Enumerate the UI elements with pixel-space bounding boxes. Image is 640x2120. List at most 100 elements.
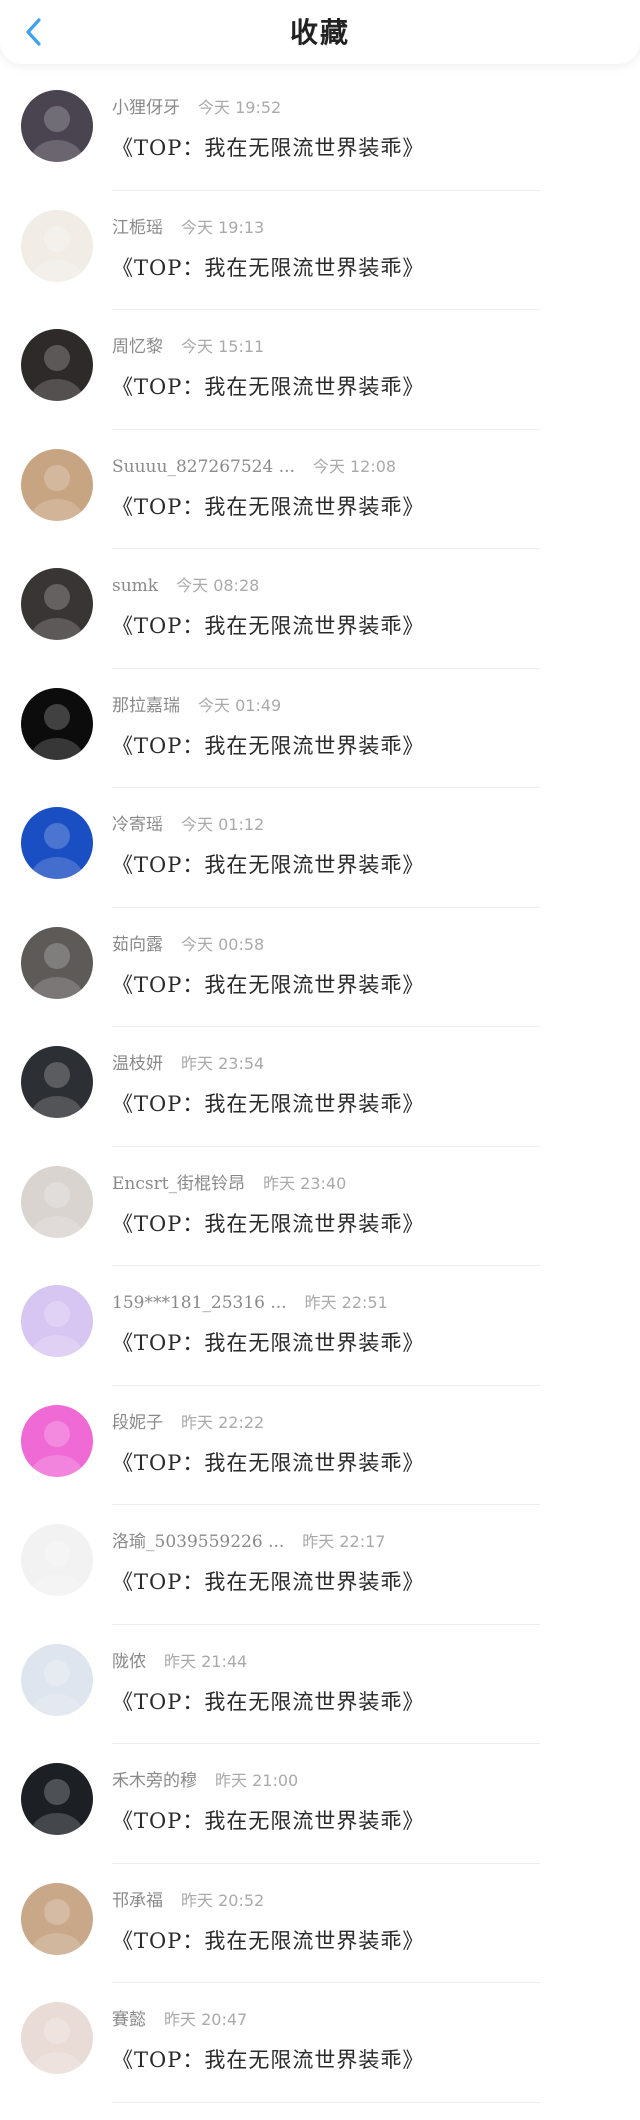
list-item[interactable]: 那拉嘉瑞 今天 01:49 《TOP：我在无限流世界装乖》 xyxy=(0,686,640,806)
user-name: 茹向露 xyxy=(112,934,163,955)
timestamp: 今天 19:52 xyxy=(198,98,282,117)
item-meta: 冷寄瑶 今天 01:12 xyxy=(112,813,264,837)
book-title: 《TOP：我在无限流世界装乖》 xyxy=(112,972,425,997)
item-meta: 那拉嘉瑞 今天 01:49 xyxy=(112,694,281,718)
book-title: 《TOP：我在无限流世界装乖》 xyxy=(112,614,425,638)
user-name: sumk xyxy=(112,576,159,596)
book-title: 《TOP：我在无限流世界装乖》 xyxy=(112,255,425,280)
list-item[interactable]: 159***181_25316 ... 昨天 22:51 《TOP：我在无限流世界装… xyxy=(0,1283,640,1403)
avatar[interactable] xyxy=(21,1404,93,1477)
book-title: 《TOP：我在无限流世界装乖》 xyxy=(112,1450,425,1475)
item-meta: 159***181_25316 ... 昨天 22:51 xyxy=(112,1291,388,1315)
avatar[interactable] xyxy=(21,568,93,640)
book-title: 《TOP：我在无限流世界装乖》 xyxy=(112,1211,425,1236)
avatar-image xyxy=(21,926,93,999)
avatar[interactable] xyxy=(21,1643,93,1716)
avatar-image xyxy=(21,687,93,760)
divider xyxy=(112,1623,540,1625)
timestamp: 昨天 22:17 xyxy=(302,1532,386,1551)
book-title: 《TOP：我在无限流世界装乖》 xyxy=(112,1331,425,1355)
list-item[interactable]: 冷寄瑶 今天 01:12 《TOP：我在无限流世界装乖》 xyxy=(0,805,640,925)
avatar[interactable] xyxy=(21,209,93,282)
timestamp: 今天 01:12 xyxy=(181,815,265,834)
list-item[interactable]: 邗承福 昨天 20:52 《TOP：我在无限流世界装乖》 xyxy=(0,1881,640,2001)
list-item[interactable]: Encsrt_街棍铃昂 昨天 23:40 《TOP：我在无限流世界装乖》 xyxy=(0,1164,640,1284)
list-item[interactable]: 賽懿 昨天 20:47 《TOP：我在无限流世界装乖》 xyxy=(0,2000,640,2120)
avatar-image xyxy=(21,448,93,521)
book-title: 《TOP：我在无限流世界装乖》 xyxy=(112,733,425,758)
user-name: 賽懿 xyxy=(112,2010,146,2030)
avatar-image xyxy=(21,568,93,640)
avatar[interactable] xyxy=(21,1882,93,1955)
avatar-image xyxy=(21,1165,93,1238)
user-name: 江栀瑶 xyxy=(112,217,163,238)
divider xyxy=(112,548,540,549)
list-item[interactable]: 江栀瑶 今天 19:13 《TOP：我在无限流世界装乖》 xyxy=(0,208,640,328)
item-meta: 賽懿 昨天 20:47 xyxy=(112,2008,247,2032)
avatar-image xyxy=(21,209,93,282)
divider xyxy=(112,1504,540,1505)
avatar[interactable] xyxy=(21,687,93,760)
divider xyxy=(112,1384,540,1386)
timestamp: 今天 12:08 xyxy=(312,456,397,476)
book-title: 《TOP：我在无限流世界装乖》 xyxy=(112,375,425,399)
avatar-image xyxy=(21,1643,93,1716)
list-item[interactable]: 陇侬 昨天 21:44 《TOP：我在无限流世界装乖》 xyxy=(0,1642,640,1762)
timestamp: 今天 00:58 xyxy=(181,934,265,954)
avatar[interactable] xyxy=(21,1285,93,1357)
avatar-image xyxy=(21,1882,93,1955)
timestamp: 昨天 22:22 xyxy=(181,1412,265,1432)
timestamp: 昨天 22:51 xyxy=(304,1293,388,1312)
page-title: 收藏 xyxy=(289,16,350,49)
list-item[interactable]: 周忆黎 今天 15:11 《TOP：我在无限流世界装乖》 xyxy=(0,327,640,447)
list-item[interactable]: 茹向露 今天 00:58 《TOP：我在无限流世界装乖》 xyxy=(0,925,640,1045)
timestamp: 今天 15:11 xyxy=(181,337,265,356)
list-item[interactable]: 禾木旁的穆 昨天 21:00 《TOP：我在无限流世界装乖》 xyxy=(0,1761,640,1881)
book-title: 《TOP：我在无限流世界装乖》 xyxy=(112,1809,425,1833)
avatar-image xyxy=(21,1763,93,1835)
book-title: 《TOP：我在无限流世界装乖》 xyxy=(112,1570,425,1594)
user-name: 邗承福 xyxy=(112,1890,163,1911)
timestamp: 昨天 20:52 xyxy=(181,1890,265,1910)
favorites-list: 小狸伢牙 今天 19:52 《TOP：我在无限流世界装乖》 江栀瑶 今天 19:13 《T… xyxy=(0,88,640,2120)
avatar[interactable] xyxy=(21,926,93,999)
avatar[interactable] xyxy=(21,807,93,879)
avatar[interactable] xyxy=(21,90,93,162)
list-item[interactable]: 小狸伢牙 今天 19:52 《TOP：我在无限流世界装乖》 xyxy=(0,88,640,208)
book-title: 《TOP：我在无限流世界装乖》 xyxy=(112,1689,425,1714)
divider xyxy=(112,1982,540,1983)
list-item[interactable]: 洛瑜_5039559226 ... 昨天 22:17 《TOP：我在无限流世界装乖》 xyxy=(0,1522,640,1642)
divider xyxy=(112,787,540,788)
user-name: 温枝妍 xyxy=(112,1054,163,1074)
item-meta: 小狸伢牙 今天 19:52 xyxy=(112,96,281,120)
timestamp: 昨天 23:40 xyxy=(263,1173,347,1193)
avatar[interactable] xyxy=(21,2002,93,2074)
avatar[interactable] xyxy=(21,1763,93,1835)
avatar[interactable] xyxy=(21,448,93,521)
book-title: 《TOP：我在无限流世界装乖》 xyxy=(112,136,425,160)
list-item[interactable]: sumk 今天 08:28 《TOP：我在无限流世界装乖》 xyxy=(0,566,640,686)
item-meta: Suuuu_827267524 ... 今天 12:08 xyxy=(112,455,396,479)
avatar[interactable] xyxy=(21,1165,93,1238)
user-name: 陇侬 xyxy=(112,1651,146,1672)
user-name: 周忆黎 xyxy=(112,337,163,357)
book-title: 《TOP：我在无限流世界装乖》 xyxy=(112,494,425,519)
user-name: 那拉嘉瑞 xyxy=(112,695,180,716)
divider xyxy=(112,906,540,908)
timestamp: 昨天 21:00 xyxy=(215,1771,299,1790)
timestamp: 今天 01:49 xyxy=(198,695,282,715)
avatar[interactable] xyxy=(21,1046,93,1118)
timestamp: 昨天 21:44 xyxy=(164,1651,248,1671)
list-item[interactable]: 段妮子 昨天 22:22 《TOP：我在无限流世界装乖》 xyxy=(0,1403,640,1523)
list-item[interactable]: 温枝妍 昨天 23:54 《TOP：我在无限流世界装乖》 xyxy=(0,1044,640,1164)
book-title: 《TOP：我在无限流世界装乖》 xyxy=(112,1928,425,1953)
avatar-image xyxy=(21,2002,93,2074)
divider xyxy=(112,309,540,310)
avatar[interactable] xyxy=(21,1524,93,1596)
list-item[interactable]: Suuuu_827267524 ... 今天 12:08 《TOP：我在无限流世界装… xyxy=(0,447,640,567)
avatar[interactable] xyxy=(21,329,93,401)
user-name: 禾木旁的穆 xyxy=(112,1771,197,1791)
divider xyxy=(112,2101,540,2103)
book-title: 《TOP：我在无限流世界装乖》 xyxy=(112,2048,425,2072)
item-meta: 温枝妍 昨天 23:54 xyxy=(112,1052,264,1076)
